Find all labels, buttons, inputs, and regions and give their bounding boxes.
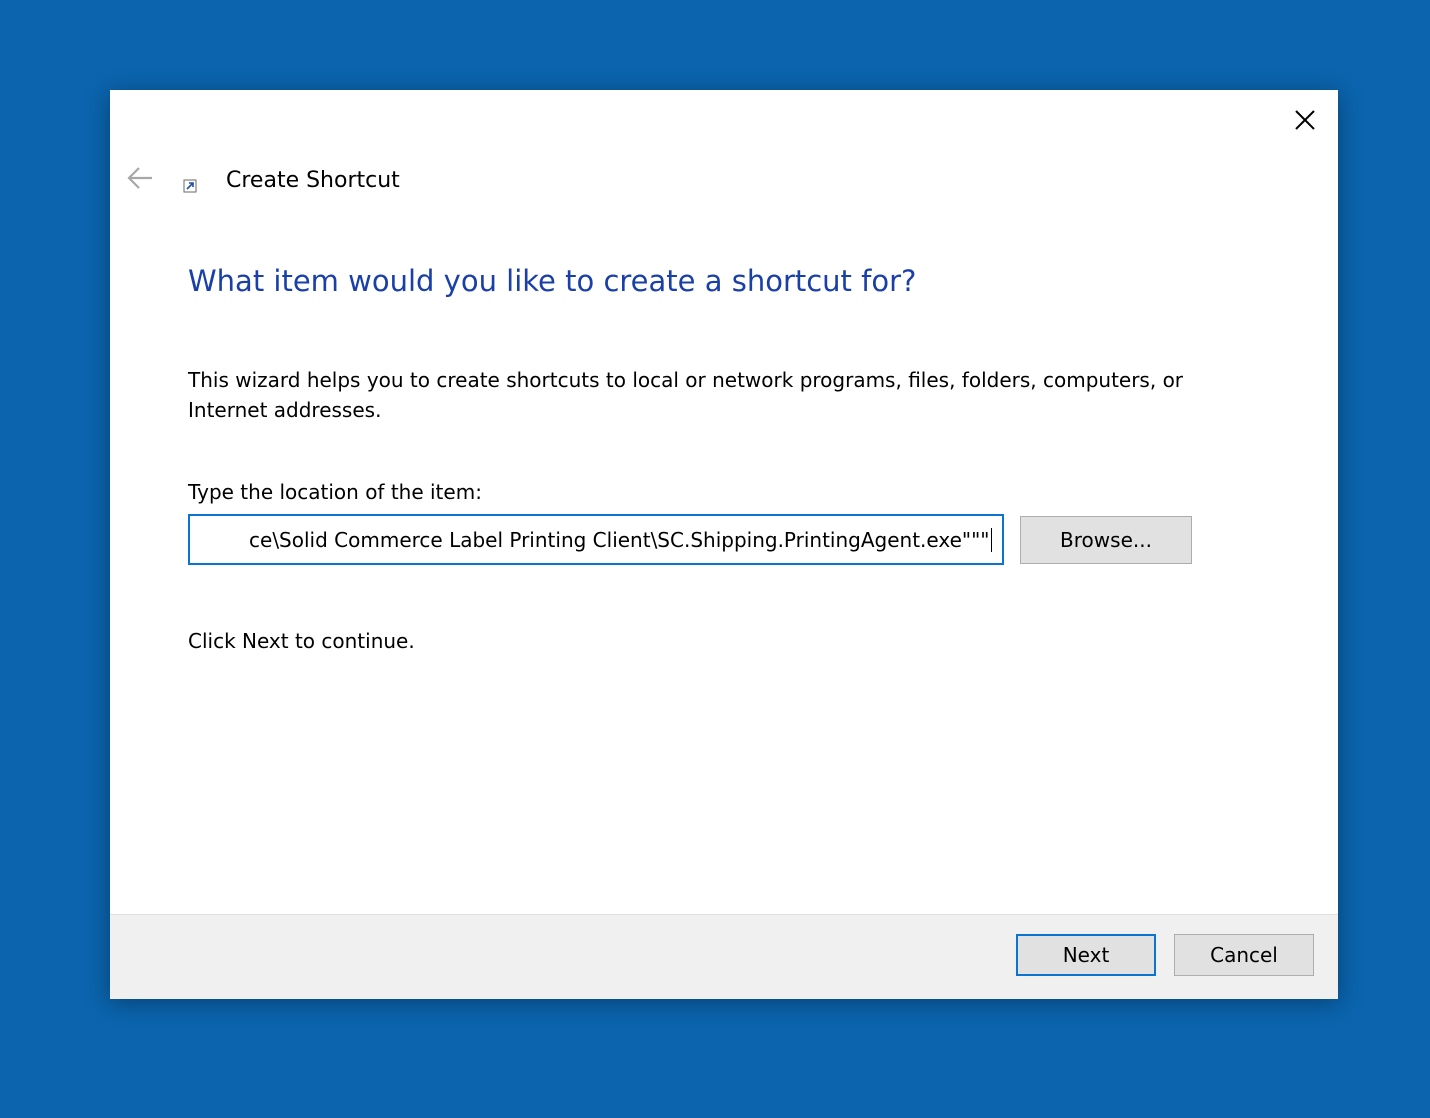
shortcut-arrow-icon	[183, 179, 197, 193]
text-caret	[990, 527, 992, 552]
location-input-value: ce\Solid Commerce Label Printing Client\…	[249, 527, 990, 552]
close-icon	[1295, 110, 1315, 130]
close-button[interactable]	[1282, 100, 1328, 140]
create-shortcut-dialog: Create Shortcut What item would you like…	[110, 90, 1338, 999]
location-input[interactable]: ce\Solid Commerce Label Printing Client\…	[188, 514, 1004, 565]
desktop-background: Create Shortcut What item would you like…	[0, 0, 1430, 1118]
dialog-footer: Next Cancel	[110, 914, 1338, 999]
back-arrow-icon	[127, 167, 152, 189]
wizard-description: This wizard helps you to create shortcut…	[188, 368, 1184, 422]
page-heading: What item would you like to create a sho…	[188, 264, 917, 298]
browse-button[interactable]: Browse...	[1020, 516, 1192, 564]
wizard-title: Create Shortcut	[226, 168, 400, 193]
continue-hint: Click Next to continue.	[188, 629, 415, 653]
cancel-button[interactable]: Cancel	[1174, 934, 1314, 976]
location-label: Type the location of the item:	[188, 480, 482, 504]
next-button[interactable]: Next	[1016, 934, 1156, 976]
back-button[interactable]	[124, 162, 156, 194]
